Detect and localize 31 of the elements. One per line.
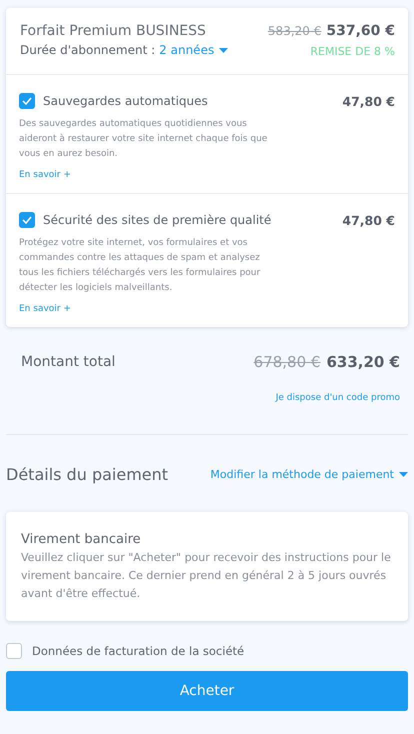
method-description: Veuillez cliquer sur "Acheter" pour recevoir des instructions pour le virement bancaire. Ce dernier prend en général 2 à 5 jours ouvrés avant d'être effectué. <box>21 550 392 602</box>
option-description: Des sauvegardes automatiques quotidiennes vous aideront à restaurer votre site internet chaque fois que vous en aurez besoin. <box>19 118 268 161</box>
method-title: Virement bancaire <box>21 532 142 547</box>
check-icon <box>22 216 32 224</box>
option-price: 47,80 € <box>342 212 395 228</box>
caret-icon <box>219 48 228 52</box>
buy-button[interactable]: Acheter <box>6 671 408 711</box>
checkbox[interactable] <box>6 643 22 659</box>
promo-code-link[interactable]: Je dispose d'un code promo <box>276 393 400 403</box>
discount-label: REMISE DE 8 % <box>309 45 395 58</box>
change-payment-dropdown[interactable]: Modifier la méthode de paiement <box>210 468 408 481</box>
checkbox[interactable] <box>19 93 35 109</box>
check-icon <box>22 97 32 105</box>
option-price: 47,80 € <box>342 94 395 108</box>
plan-price: 537,60 € <box>326 23 395 39</box>
checkbox[interactable] <box>19 212 35 228</box>
old-total: 678,80 € <box>254 353 320 371</box>
duration-dropdown[interactable]: 2 années <box>159 43 228 57</box>
caret-icon <box>399 472 408 477</box>
old-price: 583,20 € <box>268 24 322 38</box>
option-description: Protégez votre site internet, vos formulaires et vos commandes contre les attaques de spam et analysez tous les fichiers téléchargés vers les formulaires pour détecter les logiciels malveillants. <box>19 236 262 295</box>
option-title: Sécurité des sites de première qualité <box>43 213 272 227</box>
total-label: Montant total <box>21 354 116 370</box>
total-price: 633,20 € <box>326 353 400 371</box>
payment-heading: Détails du paiement <box>6 465 168 484</box>
option-title: Sauvegardes automatiques <box>43 94 209 108</box>
learn-more-link[interactable]: En savoir + <box>19 170 71 180</box>
learn-more-link[interactable]: En savoir + <box>19 304 71 314</box>
duration-label: Durée d'abonnement : <box>20 43 156 57</box>
company-billing-label: Données de facturation de la société <box>32 644 244 658</box>
plan-name: Forfait Premium BUSINESS <box>20 23 207 39</box>
